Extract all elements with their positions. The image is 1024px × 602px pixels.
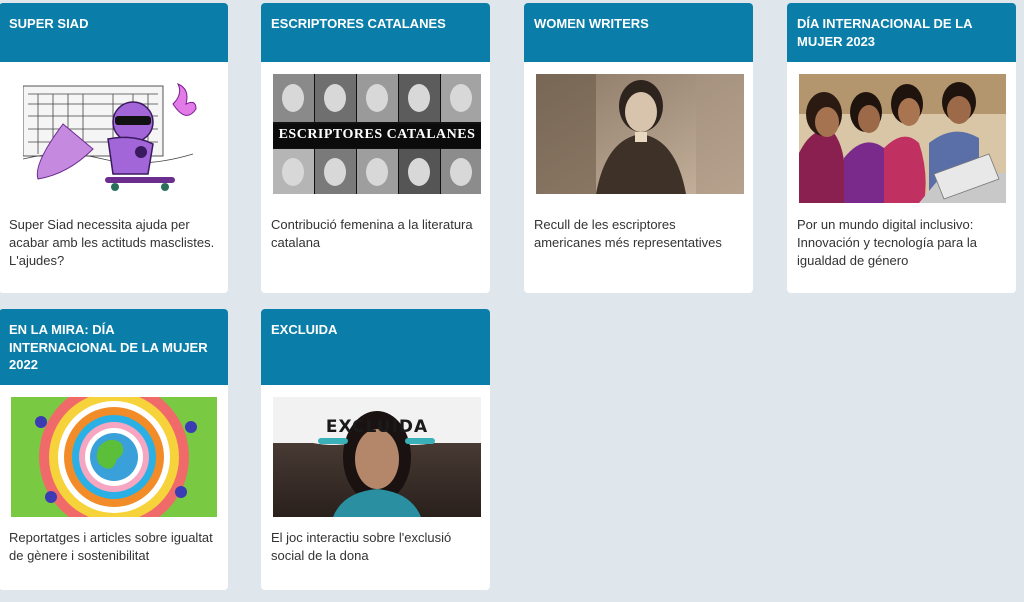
card-title[interactable]: EN LA MIRA: DÍA INTERNACIONAL DE LA MUJE… [0, 309, 228, 385]
card-image[interactable]: EXCLUIDA [273, 397, 481, 517]
card-escriptores-catalanes[interactable]: ESCRIPTORES CATALANES ESCRIPTORES CATALA… [261, 3, 490, 293]
card-excluida[interactable]: EXCLUIDA EXCLUIDA El joc interactiu sobr… [261, 309, 490, 590]
card-title[interactable]: WOMEN WRITERS [524, 3, 753, 62]
card-super-siad[interactable]: SUPER SIAD Super Siad necessita ajuda pe… [0, 3, 228, 293]
card-en-la-mira-2022[interactable]: EN LA MIRA: DÍA INTERNACIONAL DE LA MUJE… [0, 309, 228, 590]
card-title[interactable]: ESCRIPTORES CATALANES [261, 3, 490, 62]
card-title[interactable]: EXCLUIDA [261, 309, 490, 385]
card-description: Super Siad necessita ajuda per acabar am… [9, 217, 215, 268]
card-description: Reportatges i articles sobre igualtat de… [9, 530, 213, 563]
card-women-writers[interactable]: WOMEN WRITERS Recull de les escriptores … [524, 3, 753, 293]
card-dia-internacional-2023[interactable]: DÍA INTERNACIONAL DE LA MUJER 2023 Por u… [787, 3, 1016, 293]
card-image[interactable] [11, 397, 217, 517]
card-description: Contribució femenina a la literatura cat… [271, 217, 473, 250]
card-title[interactable]: DÍA INTERNACIONAL DE LA MUJER 2023 [787, 3, 1016, 62]
card-description: El joc interactiu sobre l'exclusió socia… [271, 530, 452, 563]
image-caption: ESCRIPTORES CATALANES [278, 127, 476, 142]
card-description: Recull de les escriptores americanes més… [534, 217, 722, 250]
card-image[interactable] [536, 74, 744, 194]
card-description: Por un mundo digital inclusivo: Innovaci… [797, 217, 977, 268]
card-image[interactable] [799, 74, 1006, 203]
card-title[interactable]: SUPER SIAD [0, 3, 228, 62]
image-caption: EXCLUIDA [325, 417, 429, 437]
card-image[interactable] [23, 74, 203, 196]
card-image[interactable]: ESCRIPTORES CATALANES [273, 74, 481, 194]
